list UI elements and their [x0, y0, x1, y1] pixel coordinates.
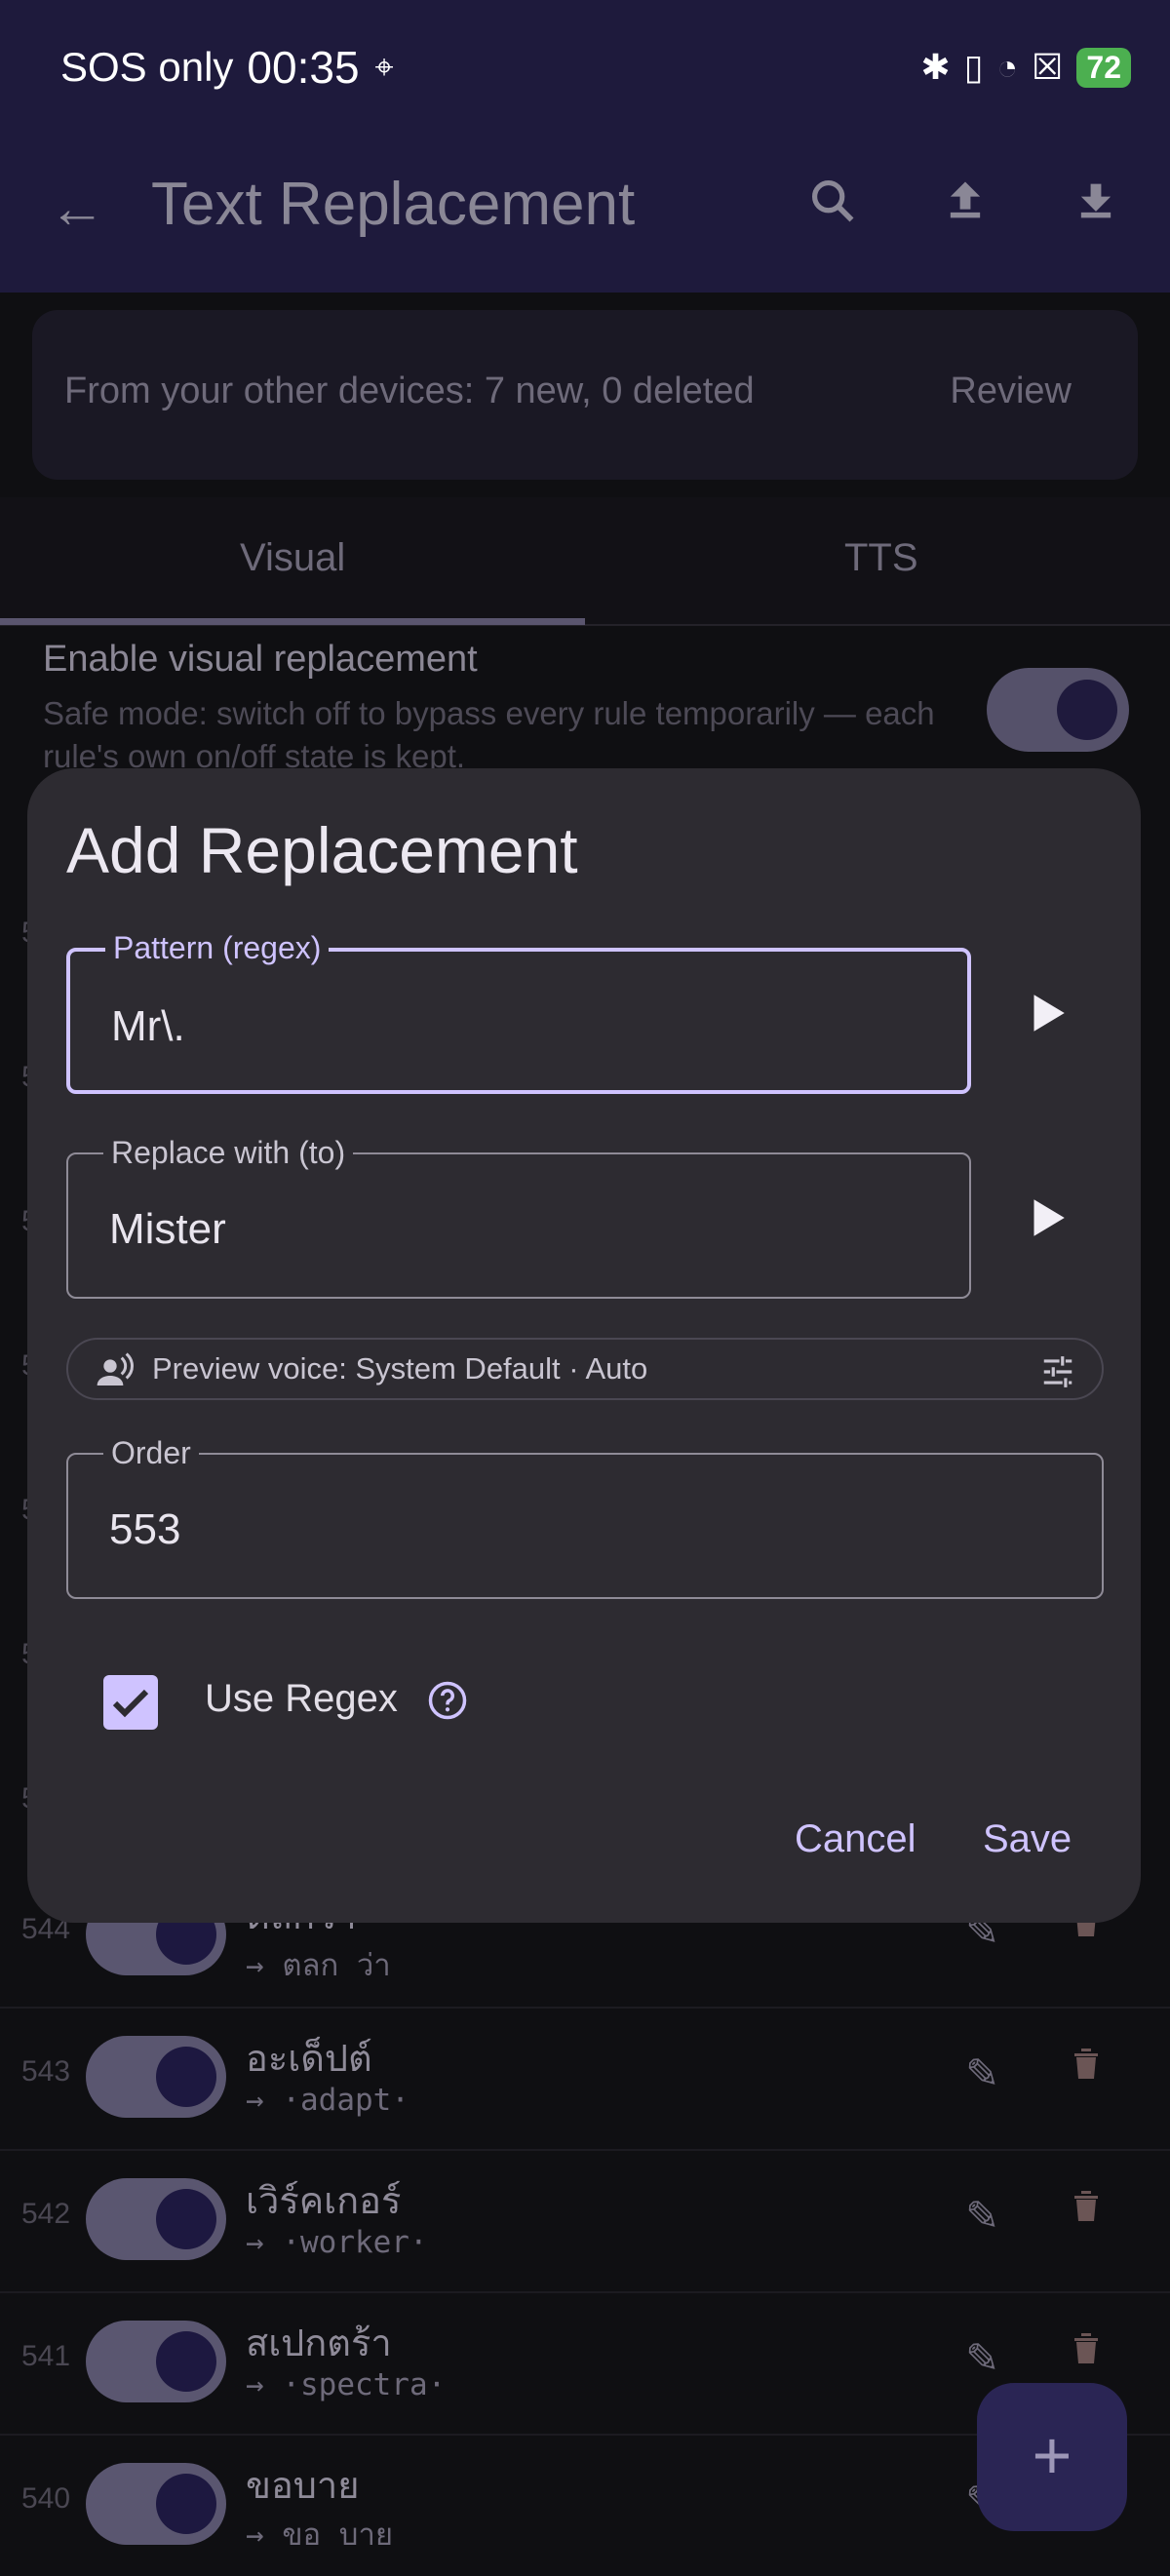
- order-label: Order: [103, 1435, 199, 1471]
- replace-label: Replace with (to): [103, 1135, 354, 1171]
- toggle-knob: [1057, 680, 1117, 740]
- dialog-title: Add Replacement: [66, 814, 578, 886]
- save-button[interactable]: Save: [983, 1817, 1072, 1861]
- setting-title: Enable visual replacement: [43, 639, 478, 680]
- toggle-knob: [156, 2189, 216, 2249]
- upload-icon[interactable]: [940, 176, 991, 239]
- edit-icon[interactable]: ✎: [965, 2192, 999, 2240]
- visual-replacement-toggle[interactable]: [987, 668, 1129, 752]
- tune-settings-icon[interactable]: [1039, 1353, 1076, 1390]
- rule-pattern: สเปกตร้า: [246, 2323, 392, 2364]
- rule-pattern: เวิร์คเกอร์: [246, 2181, 402, 2222]
- edit-icon[interactable]: ✎: [965, 2049, 999, 2097]
- delete-icon[interactable]: [1072, 2188, 1100, 2223]
- tab-visual[interactable]: Visual: [240, 536, 345, 580]
- rule-replacement: → ·worker·: [246, 2225, 428, 2260]
- rule-order: 543: [21, 2055, 71, 2088]
- bluetooth-icon: ✱: [920, 47, 951, 87]
- rule-replacement: → ตลก ว่า: [246, 1948, 391, 1983]
- use-regex-checkbox[interactable]: [103, 1675, 158, 1730]
- sync-message: From your other devices: 7 new, 0 delete…: [64, 371, 755, 411]
- review-button[interactable]: Review: [950, 371, 1072, 412]
- rule-toggle[interactable]: [86, 2036, 226, 2118]
- record-voice-icon: [97, 1352, 135, 1386]
- preview-voice-text: Preview voice: System Default · Auto: [152, 1351, 648, 1386]
- status-bar: SOS only 00:35 ⌖ ✱ ▯ ◔ ☒ 72: [0, 0, 1170, 146]
- play-replacement-icon[interactable]: [1022, 1193, 1071, 1242]
- replace-input[interactable]: [107, 1199, 930, 1260]
- rule-replacement: → ·adapt·: [246, 2083, 410, 2118]
- rule-row[interactable]: 542 เวิร์คเกอร์ → ·worker· ✎: [0, 2149, 1170, 2293]
- tab-tts[interactable]: TTS: [844, 536, 918, 580]
- rule-row[interactable]: 543 อะเด็ปต์ → ·adapt· ✎: [0, 2007, 1170, 2151]
- delete-icon[interactable]: [1072, 2330, 1100, 2365]
- help-icon[interactable]: [427, 1680, 468, 1721]
- edit-icon[interactable]: ✎: [965, 2334, 999, 2382]
- setting-subtitle: Safe mode: switch off to bypass every ru…: [43, 695, 935, 774]
- visual-replacement-setting: Enable visual replacement Safe mode: swi…: [43, 639, 969, 778]
- add-replacement-dialog: Add Replacement Pattern (regex) Replace …: [27, 768, 1141, 1923]
- status-right: ✱ ▯ ◔ ☒ 72: [920, 47, 1131, 88]
- toggle-knob: [156, 2331, 216, 2392]
- wifi-icon: ◔: [996, 47, 1019, 87]
- preview-voice-chip[interactable]: Preview voice: System Default · Auto: [66, 1338, 1104, 1400]
- rule-toggle[interactable]: [86, 2178, 226, 2260]
- sync-banner: From your other devices: 7 new, 0 delete…: [32, 310, 1138, 480]
- battery-badge: 72: [1076, 47, 1131, 88]
- play-pattern-icon[interactable]: [1022, 989, 1071, 1037]
- rule-order: 540: [21, 2482, 71, 2515]
- pattern-label: Pattern (regex): [105, 930, 330, 966]
- toggle-knob: [156, 2047, 216, 2107]
- rule-pattern: ขอบาย: [246, 2466, 360, 2507]
- rule-toggle[interactable]: [86, 2463, 226, 2545]
- app-bar: ← Text Replacement: [0, 146, 1170, 293]
- order-input[interactable]: [107, 1500, 930, 1560]
- vibrate-icon: ▯: [963, 47, 984, 87]
- cancel-button[interactable]: Cancel: [795, 1817, 916, 1861]
- pattern-field[interactable]: Pattern (regex): [66, 930, 971, 1094]
- toggle-knob: [156, 2474, 216, 2534]
- use-regex-label: Use Regex: [205, 1677, 398, 1720]
- rule-toggle[interactable]: [86, 2321, 226, 2402]
- delete-icon[interactable]: [1072, 2046, 1100, 2081]
- add-rule-fab[interactable]: +: [977, 2383, 1127, 2531]
- back-arrow-icon[interactable]: ←: [49, 176, 105, 241]
- tab-bar: Visual TTS: [0, 497, 1170, 626]
- page-title: Text Replacement: [151, 171, 636, 238]
- rule-replacement: → ·spectra·: [246, 2367, 447, 2402]
- carrier-text: SOS only: [60, 44, 234, 90]
- check-icon: [112, 1689, 149, 1718]
- no-sim-icon: ☒: [1032, 47, 1064, 87]
- rule-order: 542: [21, 2198, 71, 2230]
- rule-pattern: อะเด็ปต์: [246, 2039, 372, 2080]
- rule-replacement: → ขอ บาย: [246, 2517, 394, 2553]
- tab-indicator: [0, 618, 585, 625]
- clock: 00:35: [247, 42, 360, 93]
- order-field[interactable]: Order: [66, 1435, 1104, 1599]
- replace-field[interactable]: Replace with (to): [66, 1135, 971, 1299]
- rule-order: 541: [21, 2340, 71, 2372]
- location-diamond-icon: ⌖: [374, 48, 394, 86]
- pattern-input[interactable]: [109, 996, 932, 1057]
- status-left: SOS only 00:35 ⌖: [60, 41, 394, 94]
- search-icon[interactable]: [807, 176, 858, 239]
- download-icon[interactable]: [1071, 176, 1121, 239]
